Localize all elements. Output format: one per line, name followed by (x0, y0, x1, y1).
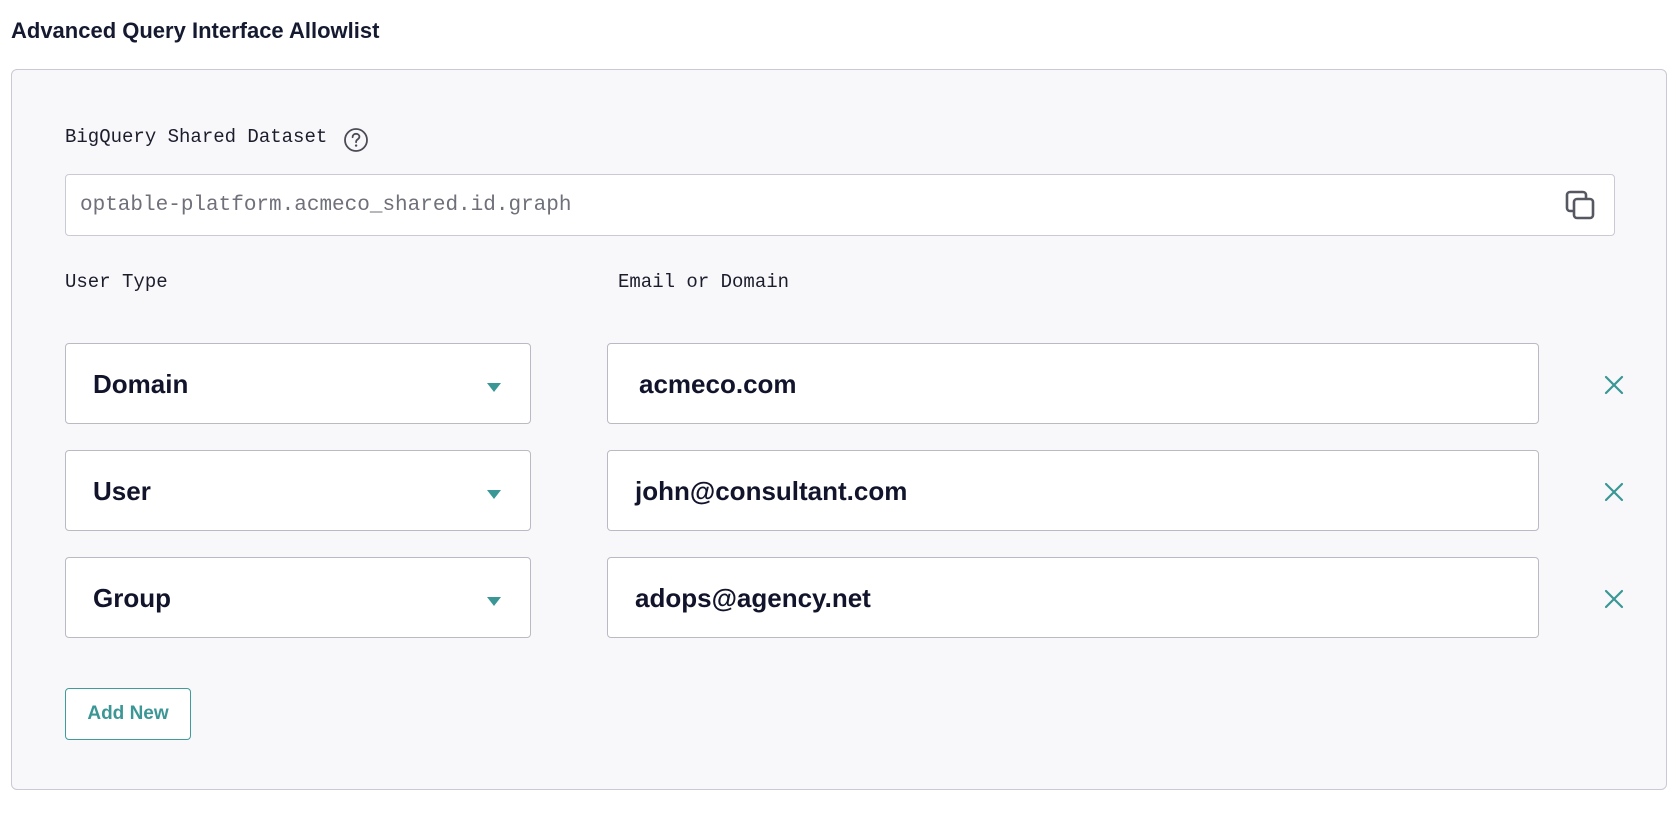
close-icon[interactable] (1603, 374, 1625, 396)
email-or-domain-value: john@consultant.com (635, 476, 908, 506)
user-type-select[interactable]: Group (65, 557, 531, 638)
email-or-domain-input[interactable]: john@consultant.com (607, 450, 1539, 531)
user-type-select[interactable]: Domain (65, 343, 531, 424)
add-new-button[interactable]: Add New (65, 688, 191, 740)
caret-down-icon (486, 380, 502, 392)
email-or-domain-column-label: Email or Domain (618, 271, 790, 293)
copy-icon[interactable] (1564, 189, 1598, 223)
dataset-value: optable-platform.acmeco_shared.id.graph (80, 194, 572, 217)
dataset-field[interactable]: optable-platform.acmeco_shared.id.graph (65, 174, 1615, 236)
allowlist-row: Group adops@agency.net (65, 557, 1631, 638)
email-or-domain-input[interactable]: acmeco.com (607, 343, 1539, 424)
user-type-column-label: User Type (65, 271, 168, 293)
allowlist-row: User john@consultant.com (65, 450, 1631, 531)
close-icon[interactable] (1603, 481, 1625, 503)
email-or-domain-input[interactable]: adops@agency.net (607, 557, 1539, 638)
email-or-domain-value: adops@agency.net (635, 583, 871, 613)
page-title: Advanced Query Interface Allowlist (11, 18, 380, 43)
allowlist-panel: BigQuery Shared Dataset optable-platform… (11, 69, 1667, 790)
caret-down-icon (486, 594, 502, 606)
user-type-value: Group (93, 583, 171, 613)
user-type-value: User (93, 476, 151, 506)
user-type-select[interactable]: User (65, 450, 531, 531)
allowlist-row: Domain acmeco.com (65, 343, 1631, 424)
email-or-domain-value: acmeco.com (639, 369, 797, 399)
dataset-label: BigQuery Shared Dataset (65, 126, 328, 148)
help-icon[interactable] (343, 127, 369, 153)
caret-down-icon (486, 487, 502, 499)
user-type-value: Domain (93, 369, 189, 399)
close-icon[interactable] (1603, 588, 1625, 610)
